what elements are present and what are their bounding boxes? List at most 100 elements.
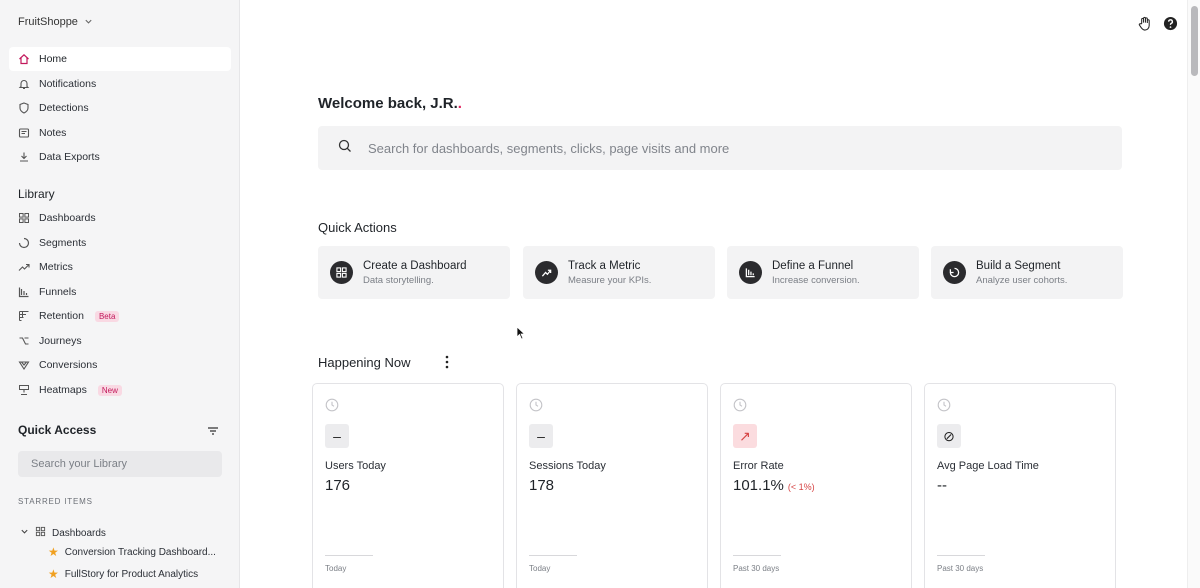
- starred-folder-dashboards[interactable]: Dashboards: [20, 526, 106, 540]
- starred-item[interactable]: ★ FullStory for Product Analytics: [48, 568, 198, 580]
- grid-icon: [35, 526, 46, 540]
- metric-period: Past 30 days: [733, 564, 780, 573]
- divider: [325, 555, 373, 556]
- hand-icon[interactable]: [1136, 15, 1152, 31]
- track-metric-card[interactable]: Track a Metric Measure your KPIs.: [523, 246, 715, 299]
- welcome-heading: Welcome back, J.R..: [318, 95, 462, 112]
- global-search-input[interactable]: [368, 140, 1068, 156]
- metric-card-users-today[interactable]: – Users Today 176 Today: [312, 383, 504, 588]
- nav-label: Heatmaps: [39, 384, 87, 396]
- nav-item-segments[interactable]: Segments: [9, 231, 231, 255]
- arrow-up-right-icon: ↗: [733, 424, 757, 448]
- metric-name: Error Rate: [733, 460, 784, 472]
- nav-label: Notifications: [39, 78, 97, 90]
- new-badge: New: [97, 384, 122, 396]
- metric-card-error-rate[interactable]: ↗ Error Rate 101.1% (< 1%) Past 30 days: [720, 383, 912, 588]
- metric-value-text: --: [937, 477, 947, 494]
- more-options-icon[interactable]: [440, 354, 454, 370]
- mouse-cursor: [516, 326, 526, 340]
- quick-action-subtitle: Data storytelling.: [363, 274, 434, 286]
- nav-item-data-exports[interactable]: Data Exports: [9, 145, 231, 169]
- beta-badge: Beta: [94, 310, 120, 322]
- library-title: Library: [18, 187, 55, 201]
- clock-icon: [325, 398, 339, 412]
- quick-action-text: Define a Funnel Increase conversion.: [772, 260, 860, 286]
- build-segment-card[interactable]: Build a Segment Analyze user cohorts.: [931, 246, 1123, 299]
- nav-label: Data Exports: [39, 151, 100, 163]
- metric-period: Today: [325, 564, 347, 573]
- library-search-input[interactable]: [18, 451, 222, 477]
- dashboard-grid-icon: [330, 261, 353, 284]
- global-search[interactable]: [318, 126, 1122, 170]
- segment-refresh-icon: [943, 261, 966, 284]
- heatmap-icon: [18, 384, 30, 396]
- bell-icon: [18, 78, 30, 90]
- nav-item-notes[interactable]: Notes: [9, 121, 231, 145]
- scroll-thumb[interactable]: [1191, 6, 1198, 76]
- metric-value-text: 101.1%: [733, 477, 784, 494]
- quick-action-title: Track a Metric: [568, 259, 641, 272]
- chevron-down-icon[interactable]: [20, 527, 29, 539]
- divider: [529, 555, 577, 556]
- quick-action-title: Build a Segment: [976, 259, 1061, 272]
- nav-label: Journeys: [39, 335, 82, 347]
- starred-item-label: Conversion Tracking Dashboard...: [64, 546, 216, 558]
- quick-action-subtitle: Analyze user cohorts.: [976, 274, 1068, 286]
- metric-card-sessions-today[interactable]: – Sessions Today 178 Today: [516, 383, 708, 588]
- nav-label: Metrics: [39, 261, 73, 273]
- page-scrollbar[interactable]: [1187, 0, 1200, 588]
- nav-item-metrics[interactable]: Metrics: [9, 255, 231, 279]
- create-dashboard-card[interactable]: Create a Dashboard Data storytelling.: [318, 246, 510, 299]
- nav-item-conversions[interactable]: Conversions: [9, 353, 231, 377]
- metric-value: --: [937, 477, 947, 494]
- starred-item-label: FullStory for Product Analytics: [64, 568, 199, 580]
- quick-action-subtitle: Measure your KPIs.: [568, 274, 652, 286]
- org-name: FruitShoppe: [18, 16, 78, 28]
- sidebar: FruitShoppe Home Notifications Detection…: [0, 0, 240, 588]
- neutral-trend-icon: –: [325, 424, 349, 448]
- nav-item-dashboards[interactable]: Dashboards: [9, 206, 231, 230]
- nav-item-home[interactable]: Home: [9, 47, 231, 71]
- nav-item-detections[interactable]: Detections: [9, 96, 231, 120]
- org-switcher[interactable]: FruitShoppe: [18, 16, 93, 28]
- chevron-down-icon: [84, 17, 93, 28]
- nav-label: Funnels: [39, 286, 77, 298]
- segment-icon: [18, 237, 30, 249]
- metric-card-avg-page-load-time[interactable]: ⊘ Avg Page Load Time -- Past 30 days: [924, 383, 1116, 588]
- metric-delta: (< 1%): [787, 482, 815, 492]
- nav-label: Segments: [39, 237, 87, 249]
- quick-actions-title: Quick Actions: [318, 220, 397, 235]
- divider: [937, 555, 985, 556]
- help-icon[interactable]: [1162, 15, 1178, 31]
- divider: [733, 555, 781, 556]
- nav-item-funnels[interactable]: Funnels: [9, 280, 231, 304]
- metric-value-text: 178: [529, 477, 555, 494]
- trend-icon: [18, 261, 30, 273]
- metric-value: 178: [529, 477, 554, 494]
- metric-name: Avg Page Load Time: [937, 460, 1039, 472]
- funnel-bars-icon: [18, 286, 30, 298]
- nav-label: Detections: [39, 102, 89, 114]
- quick-access-title: Quick Access: [18, 423, 97, 437]
- funnel-bars-icon: [739, 261, 762, 284]
- starred-item[interactable]: ★ Conversion Tracking Dashboard...: [48, 546, 216, 558]
- nav-item-journeys[interactable]: Journeys: [9, 329, 231, 353]
- conversion-icon: [18, 359, 30, 371]
- metric-name: Users Today: [325, 460, 386, 472]
- nav-item-retention[interactable]: Retention Beta: [9, 304, 231, 328]
- nav-item-notifications[interactable]: Notifications: [9, 72, 231, 96]
- starred-items-label: STARRED ITEMS: [18, 497, 93, 506]
- home-icon: [18, 53, 30, 65]
- define-funnel-card[interactable]: Define a Funnel Increase conversion.: [727, 246, 919, 299]
- welcome-dot: .: [457, 95, 462, 112]
- search-icon: [338, 139, 352, 158]
- metric-value: 176: [325, 477, 350, 494]
- quick-action-subtitle: Increase conversion.: [772, 274, 860, 286]
- quick-action-text: Build a Segment Analyze user cohorts.: [976, 260, 1067, 286]
- clock-icon: [733, 398, 747, 412]
- metric-value-text: 176: [325, 477, 351, 494]
- clock-icon: [937, 398, 951, 412]
- filter-icon[interactable]: [207, 424, 219, 436]
- nav-item-heatmaps[interactable]: Heatmaps New: [9, 378, 231, 402]
- clock-icon: [529, 398, 543, 412]
